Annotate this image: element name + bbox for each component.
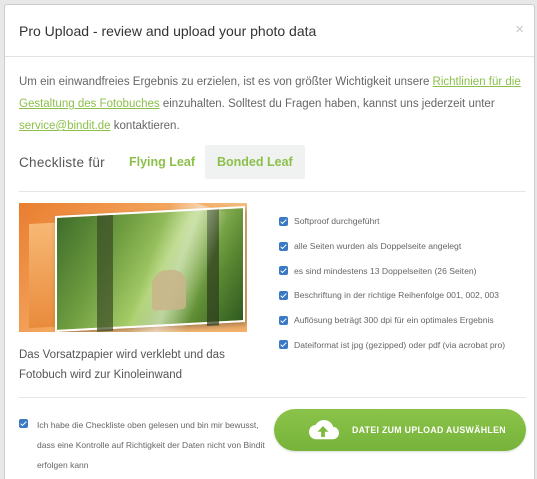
checked-icon (279, 340, 288, 350)
checklist-item: Softproof durchgeführt (279, 209, 529, 234)
checklist-item: Beschriftung in der richtige Reihenfolge… (279, 283, 529, 308)
modal-title: Pro Upload - review and upload your phot… (19, 23, 317, 39)
checked-icon (279, 315, 288, 325)
upload-modal: Pro Upload - review and upload your phot… (4, 4, 535, 479)
upload-button-label: DATEI ZUM UPLOAD AUSWÄHLEN (352, 425, 506, 435)
intro-text: Um ein einwandfreies Ergebnis zu erziele… (19, 71, 524, 137)
checklist-tabs-label: Checkliste für (19, 155, 105, 170)
checklist-item-label: es sind mindestens 13 Doppelseiten (26 S… (294, 265, 477, 276)
checklist-item: alle Seiten wurden als Doppelseite angel… (279, 234, 529, 259)
checked-icon (279, 266, 288, 276)
cloud-upload-icon (309, 420, 339, 440)
intro-text-1: Um ein einwandfreies Ergebnis zu erziele… (19, 76, 433, 88)
checklist-item-label: Beschriftung in der richtige Reihenfolge… (294, 290, 499, 301)
intro-text-2: einzuhalten. Solltest du Fragen haben, k… (159, 98, 495, 110)
close-icon[interactable]: × (515, 21, 524, 38)
confirm-label: Ich habe die Checkliste oben gelesen und… (37, 420, 265, 470)
checklist-item-label: alle Seiten wurden als Doppelseite angel… (294, 241, 462, 252)
tab-flying-leaf[interactable]: Flying Leaf (117, 145, 207, 179)
upload-file-button[interactable]: DATEI ZUM UPLOAD AUSWÄHLEN (274, 409, 526, 451)
checked-icon (279, 290, 288, 300)
preview-caption: Das Vorsatzpapier wird verklebt und das … (19, 349, 225, 381)
divider-bottom (19, 397, 526, 398)
checked-icon (279, 216, 288, 226)
checklist-item-label: Auflösung beträgt 300 dpi für ein optima… (294, 315, 494, 326)
checklist-tabs: Checkliste für Flying Leaf Bonded Leaf (19, 145, 529, 181)
checklist-item: Auflösung beträgt 300 dpi für ein optima… (279, 308, 529, 333)
checklist-item: es sind mindestens 13 Doppelseiten (26 S… (279, 258, 529, 283)
checklist-item-label: Dateiformat ist jpg (gezipped) oder pdf … (294, 339, 506, 350)
child-figure (152, 269, 186, 311)
intro-text-3: kontaktieren. (110, 120, 180, 132)
book-spread (55, 203, 245, 332)
bonded-leaf-preview-image (19, 203, 247, 332)
checked-icon (279, 241, 288, 251)
checklist: Softproof durchgeführt alle Seiten wurde… (279, 209, 529, 357)
confirm-checkbox[interactable] (19, 419, 28, 428)
divider-top (19, 191, 526, 192)
support-email-link[interactable]: service@bindit.de (19, 120, 111, 132)
tab-bonded-leaf[interactable]: Bonded Leaf (205, 145, 305, 179)
checklist-item: Dateiformat ist jpg (gezipped) oder pdf … (279, 332, 529, 357)
checklist-item-label: Softproof durchgeführt (294, 216, 380, 227)
confirm-row: Ich habe die Checkliste oben gelesen und… (19, 415, 269, 475)
modal-header: Pro Upload - review and upload your phot… (5, 5, 534, 57)
tree-trunk (97, 214, 113, 332)
